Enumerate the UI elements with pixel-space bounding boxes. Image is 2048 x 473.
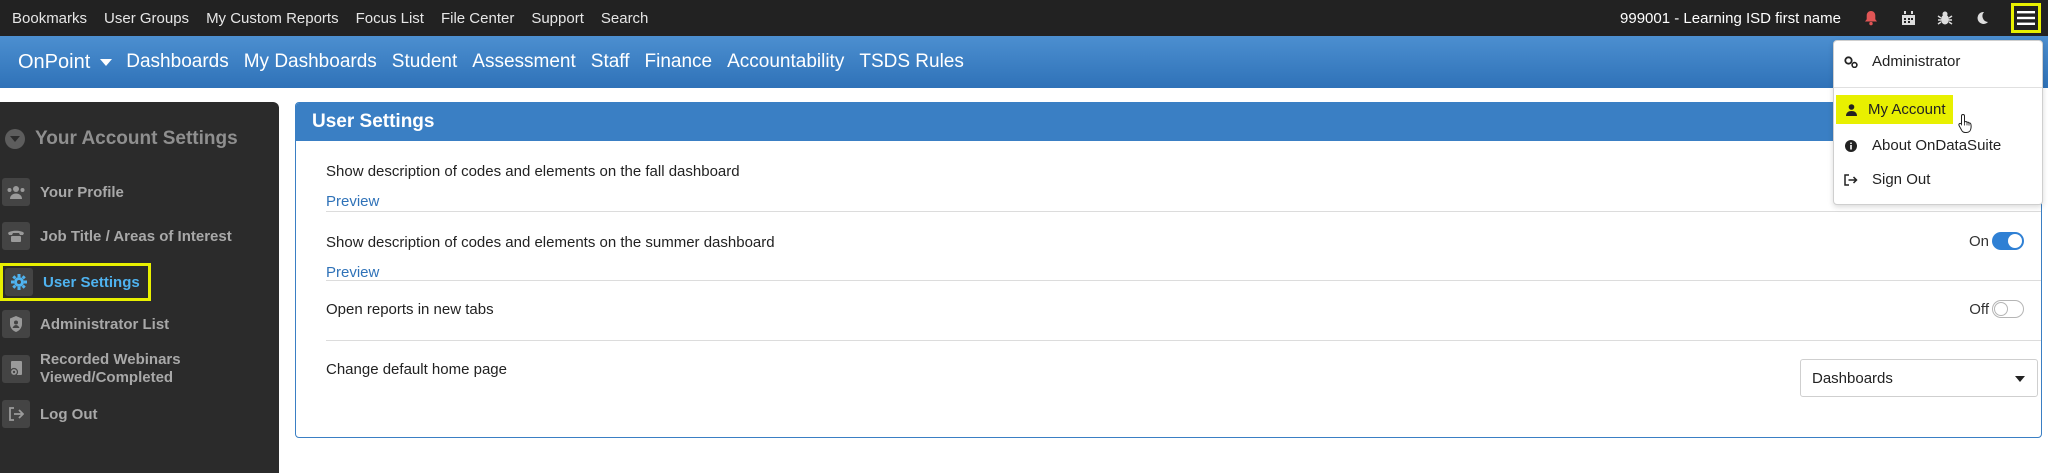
summer-dashboard-toggle[interactable]: On xyxy=(1969,232,2024,250)
top-utility-bar: Bookmarks User Groups My Custom Reports … xyxy=(0,0,2048,36)
sidebar-item-label: User Settings xyxy=(43,273,140,291)
menu-item-my-account[interactable]: My Account xyxy=(1836,95,1953,124)
sidebar-item-your-profile[interactable]: Your Profile xyxy=(2,178,124,206)
menu-item-sign-out[interactable]: Sign Out xyxy=(1834,171,2042,188)
menu-item-label: About OnDataSuite xyxy=(1872,137,2002,154)
bell-icon[interactable] xyxy=(1863,10,1879,26)
sidebar-item-log-out[interactable]: Log Out xyxy=(2,400,97,428)
home-page-select[interactable]: Dashboards xyxy=(1800,359,2038,397)
menu-divider xyxy=(1834,87,2042,88)
brand-dropdown[interactable]: OnPoint xyxy=(0,50,113,74)
bug-icon[interactable] xyxy=(1937,10,1953,26)
new-tabs-toggle[interactable]: Off xyxy=(1969,300,2024,318)
setting-row-home-page: Change default home page Dashboards xyxy=(326,341,2041,437)
sidebar-heading[interactable]: Your Account Settings xyxy=(5,128,238,150)
caret-down-icon xyxy=(2015,376,2025,382)
gears-icon xyxy=(1844,55,1858,69)
setting-label: Show description of codes and elements o… xyxy=(326,234,775,251)
nav-staff[interactable]: Staff xyxy=(591,51,630,73)
sidebar-item-job-title[interactable]: Job Title / Areas of Interest xyxy=(2,222,232,250)
link-user-groups[interactable]: User Groups xyxy=(104,10,189,27)
sidebar-item-label: Job Title / Areas of Interest xyxy=(40,227,232,245)
sidebar-heading-label: Your Account Settings xyxy=(35,128,238,149)
link-support[interactable]: Support xyxy=(531,10,584,27)
preview-link[interactable]: Preview xyxy=(326,193,379,210)
sidebar-item-user-settings[interactable]: User Settings xyxy=(0,263,151,301)
users-icon xyxy=(2,178,30,206)
setting-label: Change default home page xyxy=(326,361,507,378)
caret-down-icon xyxy=(100,58,113,66)
sign-out-icon xyxy=(2,400,30,428)
phone-icon xyxy=(2,222,30,250)
user-settings-panel: User Settings Show description of codes … xyxy=(295,102,2042,438)
menu-item-about[interactable]: About OnDataSuite xyxy=(1834,137,2042,154)
setting-row-fall-dashboard: Show description of codes and elements o… xyxy=(326,141,2041,212)
menu-item-administrator[interactable]: Administrator xyxy=(1834,53,2042,70)
nav-assessment[interactable]: Assessment xyxy=(472,51,575,73)
select-value: Dashboards xyxy=(1812,369,1893,387)
account-settings-sidebar: Your Account Settings Your Profile Job T… xyxy=(0,102,279,473)
menu-item-label: Sign Out xyxy=(1872,171,1931,188)
sidebar-item-label: Your Profile xyxy=(40,183,124,201)
toggle-state-label: On xyxy=(1968,232,1989,250)
link-focus-list[interactable]: Focus List xyxy=(356,10,424,27)
nav-accountability[interactable]: Accountability xyxy=(727,51,844,73)
setting-row-new-tabs: Open reports in new tabs Off xyxy=(326,281,2041,341)
nav-my-dashboards[interactable]: My Dashboards xyxy=(244,51,377,73)
link-my-custom-reports[interactable]: My Custom Reports xyxy=(206,10,339,27)
preview-link[interactable]: Preview xyxy=(326,264,379,281)
sign-out-icon xyxy=(1844,173,1858,187)
gear-icon xyxy=(5,268,33,296)
utility-right: 999001 - Learning ISD first name xyxy=(1620,0,2048,36)
sidebar-item-label: Administrator List xyxy=(40,315,170,333)
nav-student[interactable]: Student xyxy=(392,51,458,73)
collapse-icon xyxy=(5,129,25,149)
admin-shield-icon xyxy=(2,310,30,338)
nav-finance[interactable]: Finance xyxy=(645,51,713,73)
setting-label: Open reports in new tabs xyxy=(326,301,494,318)
setting-label: Show description of codes and elements o… xyxy=(326,163,740,180)
nav-dashboards[interactable]: Dashboards xyxy=(126,51,228,73)
link-search[interactable]: Search xyxy=(601,10,649,27)
moon-icon[interactable] xyxy=(1974,10,1990,26)
menu-item-label: My Account xyxy=(1868,101,1946,118)
calendar-icon[interactable] xyxy=(1900,10,1916,26)
panel-title: User Settings xyxy=(296,103,2041,141)
sidebar-item-administrator-list[interactable]: Administrator List xyxy=(2,310,169,338)
main-navbar: OnPoint Dashboards My Dashboards Student… xyxy=(0,36,2048,88)
toggle-switch[interactable] xyxy=(1992,300,2024,318)
nav-tsds-rules[interactable]: TSDS Rules xyxy=(859,51,964,73)
account-dropdown-menu: Administrator My Account About OnDataSui… xyxy=(1833,40,2043,205)
menu-item-label: Administrator xyxy=(1872,53,1961,70)
hand-pointer-cursor-icon xyxy=(1958,113,1974,138)
sidebar-item-recorded-webinars[interactable]: Recorded Webinars Viewed/Completed xyxy=(2,351,200,387)
sidebar-item-label: Log Out xyxy=(40,405,98,423)
toggle-state-label: Off xyxy=(1969,300,1989,318)
utility-links: Bookmarks User Groups My Custom Reports … xyxy=(0,10,665,27)
sidebar-item-label: Recorded Webinars Viewed/Completed xyxy=(40,351,181,386)
toggle-switch[interactable] xyxy=(1992,232,2024,250)
user-icon xyxy=(1844,103,1858,117)
hamburger-menu-icon[interactable] xyxy=(2011,3,2041,33)
webinar-icon xyxy=(2,355,30,383)
brand-label: OnPoint xyxy=(18,50,91,73)
setting-row-summer-dashboard: Show description of codes and elements o… xyxy=(326,212,2041,281)
link-file-center[interactable]: File Center xyxy=(441,10,514,27)
info-icon xyxy=(1844,139,1858,153)
user-label[interactable]: 999001 - Learning ISD first name xyxy=(1620,10,1841,27)
link-bookmarks[interactable]: Bookmarks xyxy=(12,10,87,27)
